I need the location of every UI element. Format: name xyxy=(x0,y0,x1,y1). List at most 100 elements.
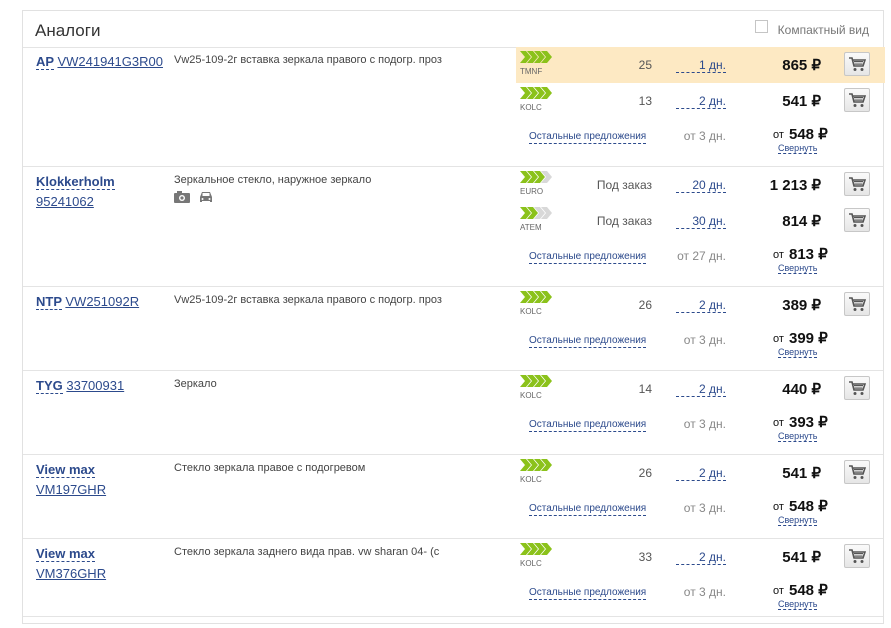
offer-row: ATEM Под заказ 30 дн. 814 ₽ xyxy=(516,203,885,239)
other-offers-days: от 3 дн. xyxy=(683,417,726,431)
analog-row: TYG 33700931 Зеркало KOLC 14 2 дн. 440 ₽ … xyxy=(23,371,883,455)
offer-row: KOLC 33 2 дн. 541 ₽ xyxy=(516,539,885,575)
other-offers-from: от xyxy=(773,129,784,141)
supplier-rating: KOLC xyxy=(520,459,570,487)
offer-row: KOLC 26 2 дн. 389 ₽ xyxy=(516,287,885,323)
supplier-code: EURO xyxy=(520,187,544,196)
other-offers-from: от xyxy=(773,501,784,513)
compact-view-label: Компактный вид xyxy=(777,23,869,37)
collapse-link[interactable]: Свернуть xyxy=(778,347,818,358)
brand-name[interactable]: Klokkerholm xyxy=(36,174,115,190)
add-to-cart-button[interactable] xyxy=(844,292,870,316)
other-offers: Остальные предложения от 3 дн. от 399 ₽ … xyxy=(516,323,885,359)
part-number-link[interactable]: VW241941G3R00 xyxy=(57,54,163,69)
compact-view-toggle[interactable]: Компактный вид xyxy=(754,19,869,37)
other-offers-days: от 3 дн. xyxy=(683,333,726,347)
offer-price: 440 ₽ xyxy=(782,381,821,398)
supplier-rating: EURO xyxy=(520,171,570,199)
other-offers-link[interactable]: Остальные предложения xyxy=(529,587,647,600)
add-to-cart-button[interactable] xyxy=(844,208,870,232)
analog-row: NTP VW251092R Vw25-109-2г вставка зеркала… xyxy=(23,287,883,371)
collapse-link[interactable]: Свернуть xyxy=(778,431,818,442)
delivery-days-link[interactable]: 2 дн. xyxy=(676,466,726,481)
part-number-link[interactable]: 95241062 xyxy=(36,194,94,209)
add-to-cart-button[interactable] xyxy=(844,172,870,196)
delivery-days-link[interactable]: 20 дн. xyxy=(676,178,726,193)
other-offers-days: от 3 дн. xyxy=(683,129,726,143)
brand-name[interactable]: NTP VW251092R xyxy=(36,294,139,310)
analog-row: Klokkerholm 95241062 Зеркальное стекло, на… xyxy=(23,167,883,287)
add-to-cart-button[interactable] xyxy=(844,376,870,400)
part-number-link[interactable]: VM197GHR xyxy=(36,482,106,497)
compact-view-checkbox[interactable] xyxy=(754,19,768,33)
delivery-days-link[interactable]: 1 дн. xyxy=(676,58,726,73)
add-to-cart-button[interactable] xyxy=(844,52,870,76)
brand-name[interactable]: AP VW241941G3R00 xyxy=(36,54,163,70)
part-number-link[interactable]: 33700931 xyxy=(66,378,124,393)
offer-price: 541 ₽ xyxy=(782,549,821,566)
offer-quantity: 13 xyxy=(638,94,652,108)
rating-arrows-icon xyxy=(520,375,570,387)
offer-quantity: Под заказ xyxy=(596,178,652,192)
delivery-days-link[interactable]: 2 дн. xyxy=(676,94,726,109)
supplier-code: KOLC xyxy=(520,559,542,568)
add-to-cart-button[interactable] xyxy=(844,88,870,112)
other-offers-link[interactable]: Остальные предложения xyxy=(529,503,647,516)
other-offers-price: 548 ₽ xyxy=(789,582,828,599)
other-offers: Остальные предложения от 3 дн. от 548 ₽ … xyxy=(516,575,885,611)
other-offers-from: от xyxy=(773,417,784,429)
delivery-days-link[interactable]: 2 дн. xyxy=(676,550,726,565)
other-offers-link[interactable]: Остальные предложения xyxy=(529,251,647,264)
rating-arrows-icon xyxy=(520,459,570,471)
other-offers-days: от 3 дн. xyxy=(683,501,726,515)
rating-arrows-icon xyxy=(520,171,570,183)
car-icon[interactable] xyxy=(198,190,214,202)
rating-arrows-icon xyxy=(520,87,570,99)
camera-icon[interactable] xyxy=(174,190,190,203)
other-offers-from: от xyxy=(773,585,784,597)
rating-arrows-icon xyxy=(520,543,570,555)
panel-title: Аналоги xyxy=(35,21,101,40)
part-number-link[interactable]: VW251092R xyxy=(65,294,139,309)
offer-price: 865 ₽ xyxy=(782,57,821,74)
part-number-link[interactable]: VM376GHR xyxy=(36,566,106,581)
collapse-link[interactable]: Свернуть xyxy=(778,599,818,610)
analog-row: AP VW241941G3R00 Vw25-109-2г вставка зерк… xyxy=(23,47,885,167)
other-offers-price: 548 ₽ xyxy=(789,126,828,143)
part-description: Зеркало xyxy=(174,378,217,390)
other-offers-link[interactable]: Остальные предложения xyxy=(529,419,647,432)
other-offers-price: 813 ₽ xyxy=(789,246,828,263)
offer-price: 1 213 ₽ xyxy=(769,177,821,194)
delivery-days-link[interactable]: 2 дн. xyxy=(676,382,726,397)
offer-row: KOLC 26 2 дн. 541 ₽ xyxy=(516,455,885,491)
supplier-rating: KOLC xyxy=(520,87,570,115)
analogs-panel: Аналоги Компактный вид AP VW241941G3R00 V… xyxy=(22,10,885,624)
supplier-code: TMNF xyxy=(520,67,543,76)
other-offers-from: от xyxy=(773,249,784,261)
offer-row: KOLC 13 2 дн. 541 ₽ xyxy=(516,83,885,119)
other-offers-from: от xyxy=(773,333,784,345)
offer-quantity: 26 xyxy=(638,466,652,480)
delivery-days-link[interactable]: 30 дн. xyxy=(676,214,726,229)
collapse-link[interactable]: Свернуть xyxy=(778,143,818,154)
offer-price: 389 ₽ xyxy=(782,297,821,314)
supplier-code: KOLC xyxy=(520,307,542,316)
part-description: Стекло зеркала заднего вида прав. vw sha… xyxy=(174,546,440,558)
brand-name[interactable]: View max xyxy=(36,462,96,478)
other-offers: Остальные предложения от 3 дн. от 548 ₽ … xyxy=(516,491,885,527)
brand-name[interactable]: TYG 33700931 xyxy=(36,378,124,394)
offer-price: 541 ₽ xyxy=(782,465,821,482)
add-to-cart-button[interactable] xyxy=(844,460,870,484)
supplier-code: ATEM xyxy=(520,223,542,232)
add-to-cart-button[interactable] xyxy=(844,544,870,568)
part-description: Vw25-109-2г вставка зеркала правого с по… xyxy=(174,54,442,66)
collapse-link[interactable]: Свернуть xyxy=(778,263,818,274)
delivery-days-link[interactable]: 2 дн. xyxy=(676,298,726,313)
rating-arrows-icon xyxy=(520,51,570,63)
supplier-rating: ATEM xyxy=(520,207,570,235)
other-offers-link[interactable]: Остальные предложения xyxy=(529,131,647,144)
rating-arrows-icon xyxy=(520,291,570,303)
brand-name[interactable]: View max xyxy=(36,546,96,562)
other-offers-link[interactable]: Остальные предложения xyxy=(529,335,647,348)
collapse-link[interactable]: Свернуть xyxy=(778,515,818,526)
